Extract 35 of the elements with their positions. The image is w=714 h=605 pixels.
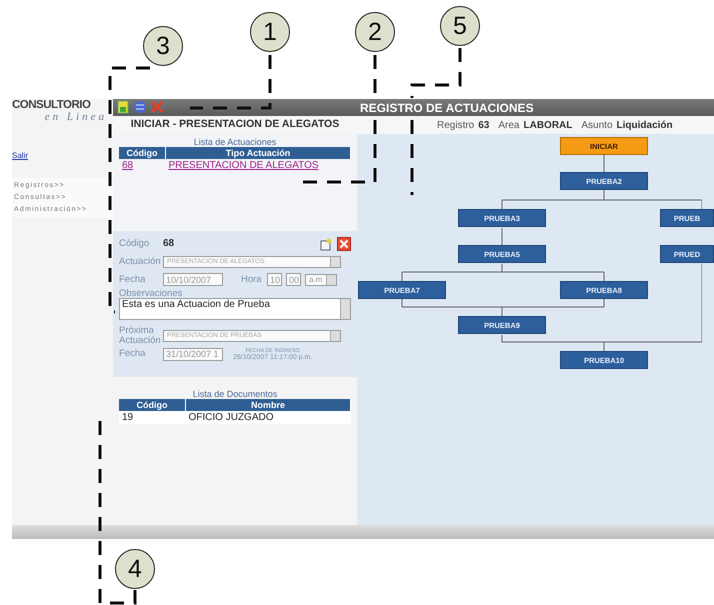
table-link[interactable]: PRESENTACION DE ALEGATOS: [168, 160, 319, 172]
notepad-icon[interactable]: [319, 236, 333, 251]
field-label: Código: [119, 238, 150, 248]
globe-icon[interactable]: [133, 100, 147, 114]
column-header: Tipo Actuación: [166, 147, 350, 160]
document-icon[interactable]: [116, 100, 130, 114]
field-label: Actuación: [119, 256, 159, 266]
table-cell: 19: [119, 410, 186, 424]
list-caption: Lista de Documentos: [192, 388, 278, 399]
field-label: Fecha: [119, 349, 146, 359]
field-label: Observaciones: [119, 288, 184, 298]
column-header: Código: [119, 147, 166, 160]
list-caption: Lista de Actuaciones: [194, 137, 276, 148]
logout-link[interactable]: Salir: [12, 151, 28, 160]
field-label: Próxima Actuación: [119, 326, 159, 346]
record-info: Registro 63 Area LABORAL Asunto Liquidación: [437, 120, 674, 130]
record-heading: INICIAR - PRESENTACION DE ALEGATOS: [130, 118, 340, 130]
callout-number: 2: [355, 12, 395, 52]
logo-title: CONSULTORIO: [12, 99, 90, 111]
callout-number: 4: [115, 549, 155, 589]
table-link[interactable]: 68: [122, 160, 134, 172]
select-field[interactable]: a.m: [305, 274, 337, 286]
text-area[interactable]: Esta es una Actuacion de Prueba: [119, 298, 351, 320]
page-title: REGISTRO DE ACTUACIONES: [360, 100, 534, 114]
close-icon[interactable]: [337, 236, 351, 251]
logo-subtitle: en Linea: [44, 111, 108, 123]
column-header: Código: [119, 398, 186, 411]
callout-number: 1: [250, 12, 290, 52]
code-value: 68: [163, 238, 174, 250]
callout-number: 5: [440, 6, 480, 46]
field-label: Fecha: [119, 274, 146, 284]
callout-number: 3: [143, 26, 183, 66]
field-label: Hora: [241, 274, 263, 284]
table-cell: OFICIO JUZGADO: [186, 410, 350, 424]
column-header: Nombre: [186, 398, 350, 411]
